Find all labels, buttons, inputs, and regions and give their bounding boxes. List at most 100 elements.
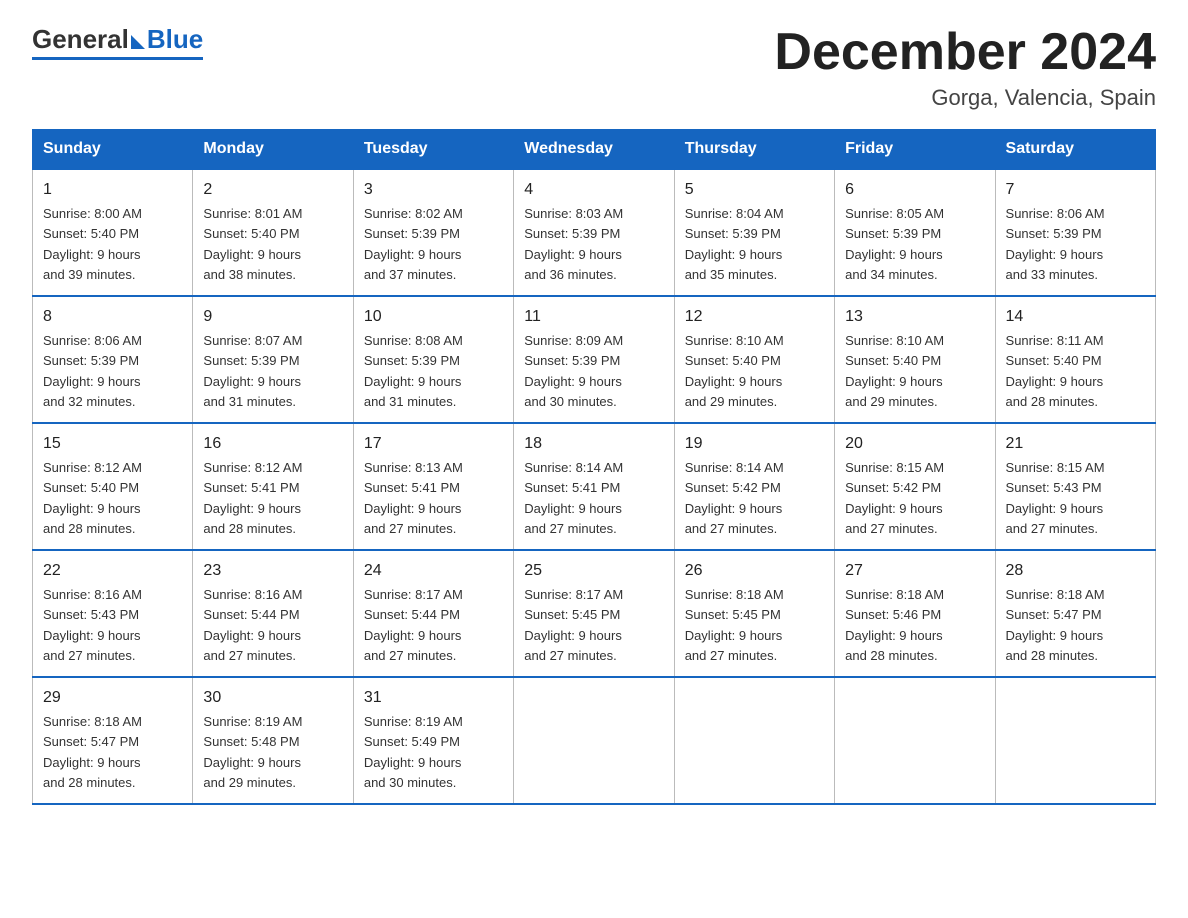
calendar-cell: 22 Sunrise: 8:16 AMSunset: 5:43 PMDaylig… xyxy=(33,550,193,677)
calendar-cell: 28 Sunrise: 8:18 AMSunset: 5:47 PMDaylig… xyxy=(995,550,1155,677)
day-number: 3 xyxy=(364,178,503,202)
calendar-cell: 1 Sunrise: 8:00 AMSunset: 5:40 PMDayligh… xyxy=(33,169,193,296)
day-info: Sunrise: 8:04 AMSunset: 5:39 PMDaylight:… xyxy=(685,206,784,282)
day-info: Sunrise: 8:06 AMSunset: 5:39 PMDaylight:… xyxy=(43,333,142,409)
weekday-header-monday: Monday xyxy=(193,130,353,170)
calendar-cell: 3 Sunrise: 8:02 AMSunset: 5:39 PMDayligh… xyxy=(353,169,513,296)
day-info: Sunrise: 8:06 AMSunset: 5:39 PMDaylight:… xyxy=(1006,206,1105,282)
day-number: 30 xyxy=(203,686,342,710)
weekday-header-row: SundayMondayTuesdayWednesdayThursdayFrid… xyxy=(33,130,1156,170)
weekday-header-wednesday: Wednesday xyxy=(514,130,674,170)
day-number: 29 xyxy=(43,686,182,710)
weekday-header-sunday: Sunday xyxy=(33,130,193,170)
page-header: General Blue December 2024 Gorga, Valenc… xyxy=(32,24,1156,111)
day-info: Sunrise: 8:09 AMSunset: 5:39 PMDaylight:… xyxy=(524,333,623,409)
day-info: Sunrise: 8:13 AMSunset: 5:41 PMDaylight:… xyxy=(364,460,463,536)
day-info: Sunrise: 8:03 AMSunset: 5:39 PMDaylight:… xyxy=(524,206,623,282)
day-info: Sunrise: 8:18 AMSunset: 5:47 PMDaylight:… xyxy=(43,714,142,790)
day-info: Sunrise: 8:17 AMSunset: 5:44 PMDaylight:… xyxy=(364,587,463,663)
day-info: Sunrise: 8:12 AMSunset: 5:41 PMDaylight:… xyxy=(203,460,302,536)
calendar-cell: 4 Sunrise: 8:03 AMSunset: 5:39 PMDayligh… xyxy=(514,169,674,296)
calendar-cell xyxy=(674,677,834,804)
calendar-cell: 13 Sunrise: 8:10 AMSunset: 5:40 PMDaylig… xyxy=(835,296,995,423)
day-number: 24 xyxy=(364,559,503,583)
day-info: Sunrise: 8:19 AMSunset: 5:49 PMDaylight:… xyxy=(364,714,463,790)
weekday-header-friday: Friday xyxy=(835,130,995,170)
calendar-cell: 26 Sunrise: 8:18 AMSunset: 5:45 PMDaylig… xyxy=(674,550,834,677)
day-number: 28 xyxy=(1006,559,1145,583)
day-number: 27 xyxy=(845,559,984,583)
calendar-cell: 17 Sunrise: 8:13 AMSunset: 5:41 PMDaylig… xyxy=(353,423,513,550)
day-info: Sunrise: 8:07 AMSunset: 5:39 PMDaylight:… xyxy=(203,333,302,409)
logo-arrow-icon xyxy=(131,35,145,49)
day-number: 14 xyxy=(1006,305,1145,329)
logo: General Blue xyxy=(32,24,203,60)
calendar-cell: 10 Sunrise: 8:08 AMSunset: 5:39 PMDaylig… xyxy=(353,296,513,423)
day-number: 11 xyxy=(524,305,663,329)
day-number: 22 xyxy=(43,559,182,583)
day-number: 2 xyxy=(203,178,342,202)
calendar-cell: 14 Sunrise: 8:11 AMSunset: 5:40 PMDaylig… xyxy=(995,296,1155,423)
day-number: 18 xyxy=(524,432,663,456)
calendar-cell: 16 Sunrise: 8:12 AMSunset: 5:41 PMDaylig… xyxy=(193,423,353,550)
calendar-cell: 27 Sunrise: 8:18 AMSunset: 5:46 PMDaylig… xyxy=(835,550,995,677)
location-label: Gorga, Valencia, Spain xyxy=(774,85,1156,111)
day-info: Sunrise: 8:14 AMSunset: 5:41 PMDaylight:… xyxy=(524,460,623,536)
calendar-cell xyxy=(835,677,995,804)
logo-underline xyxy=(32,57,203,60)
weekday-header-tuesday: Tuesday xyxy=(353,130,513,170)
day-number: 15 xyxy=(43,432,182,456)
calendar-cell: 30 Sunrise: 8:19 AMSunset: 5:48 PMDaylig… xyxy=(193,677,353,804)
calendar-row-4: 29 Sunrise: 8:18 AMSunset: 5:47 PMDaylig… xyxy=(33,677,1156,804)
title-block: December 2024 Gorga, Valencia, Spain xyxy=(774,24,1156,111)
calendar-cell: 19 Sunrise: 8:14 AMSunset: 5:42 PMDaylig… xyxy=(674,423,834,550)
day-number: 23 xyxy=(203,559,342,583)
calendar-cell: 5 Sunrise: 8:04 AMSunset: 5:39 PMDayligh… xyxy=(674,169,834,296)
day-number: 6 xyxy=(845,178,984,202)
day-info: Sunrise: 8:14 AMSunset: 5:42 PMDaylight:… xyxy=(685,460,784,536)
day-info: Sunrise: 8:18 AMSunset: 5:45 PMDaylight:… xyxy=(685,587,784,663)
day-info: Sunrise: 8:00 AMSunset: 5:40 PMDaylight:… xyxy=(43,206,142,282)
day-number: 20 xyxy=(845,432,984,456)
calendar-cell: 31 Sunrise: 8:19 AMSunset: 5:49 PMDaylig… xyxy=(353,677,513,804)
day-info: Sunrise: 8:18 AMSunset: 5:47 PMDaylight:… xyxy=(1006,587,1105,663)
calendar-cell: 20 Sunrise: 8:15 AMSunset: 5:42 PMDaylig… xyxy=(835,423,995,550)
calendar-cell: 18 Sunrise: 8:14 AMSunset: 5:41 PMDaylig… xyxy=(514,423,674,550)
day-number: 19 xyxy=(685,432,824,456)
day-number: 7 xyxy=(1006,178,1145,202)
calendar-cell: 11 Sunrise: 8:09 AMSunset: 5:39 PMDaylig… xyxy=(514,296,674,423)
day-info: Sunrise: 8:12 AMSunset: 5:40 PMDaylight:… xyxy=(43,460,142,536)
day-number: 31 xyxy=(364,686,503,710)
calendar-table: SundayMondayTuesdayWednesdayThursdayFrid… xyxy=(32,129,1156,805)
day-info: Sunrise: 8:11 AMSunset: 5:40 PMDaylight:… xyxy=(1006,333,1104,409)
calendar-cell: 9 Sunrise: 8:07 AMSunset: 5:39 PMDayligh… xyxy=(193,296,353,423)
day-number: 12 xyxy=(685,305,824,329)
logo-blue-text: Blue xyxy=(147,24,203,55)
day-info: Sunrise: 8:05 AMSunset: 5:39 PMDaylight:… xyxy=(845,206,944,282)
calendar-row-0: 1 Sunrise: 8:00 AMSunset: 5:40 PMDayligh… xyxy=(33,169,1156,296)
day-number: 13 xyxy=(845,305,984,329)
calendar-cell: 21 Sunrise: 8:15 AMSunset: 5:43 PMDaylig… xyxy=(995,423,1155,550)
day-number: 25 xyxy=(524,559,663,583)
day-info: Sunrise: 8:10 AMSunset: 5:40 PMDaylight:… xyxy=(845,333,944,409)
day-info: Sunrise: 8:18 AMSunset: 5:46 PMDaylight:… xyxy=(845,587,944,663)
day-info: Sunrise: 8:19 AMSunset: 5:48 PMDaylight:… xyxy=(203,714,302,790)
day-number: 16 xyxy=(203,432,342,456)
calendar-cell: 8 Sunrise: 8:06 AMSunset: 5:39 PMDayligh… xyxy=(33,296,193,423)
day-number: 9 xyxy=(203,305,342,329)
day-number: 1 xyxy=(43,178,182,202)
day-number: 17 xyxy=(364,432,503,456)
day-info: Sunrise: 8:02 AMSunset: 5:39 PMDaylight:… xyxy=(364,206,463,282)
calendar-cell: 23 Sunrise: 8:16 AMSunset: 5:44 PMDaylig… xyxy=(193,550,353,677)
day-info: Sunrise: 8:08 AMSunset: 5:39 PMDaylight:… xyxy=(364,333,463,409)
weekday-header-saturday: Saturday xyxy=(995,130,1155,170)
day-info: Sunrise: 8:10 AMSunset: 5:40 PMDaylight:… xyxy=(685,333,784,409)
calendar-cell: 12 Sunrise: 8:10 AMSunset: 5:40 PMDaylig… xyxy=(674,296,834,423)
day-info: Sunrise: 8:17 AMSunset: 5:45 PMDaylight:… xyxy=(524,587,623,663)
day-number: 10 xyxy=(364,305,503,329)
calendar-cell: 6 Sunrise: 8:05 AMSunset: 5:39 PMDayligh… xyxy=(835,169,995,296)
day-info: Sunrise: 8:01 AMSunset: 5:40 PMDaylight:… xyxy=(203,206,302,282)
calendar-cell: 24 Sunrise: 8:17 AMSunset: 5:44 PMDaylig… xyxy=(353,550,513,677)
day-info: Sunrise: 8:16 AMSunset: 5:43 PMDaylight:… xyxy=(43,587,142,663)
calendar-cell xyxy=(514,677,674,804)
